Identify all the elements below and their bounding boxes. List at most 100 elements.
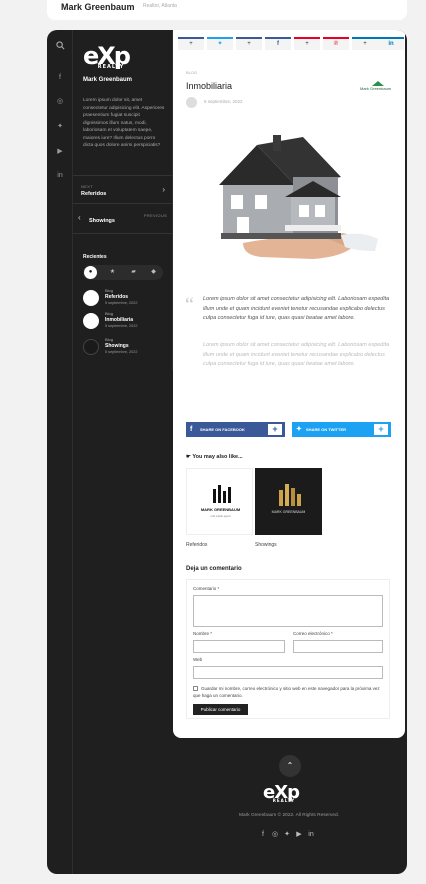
related-title: ☛ You may also like... <box>186 454 243 460</box>
tab-tags[interactable]: ◆ <box>147 266 160 279</box>
facebook-icon: f <box>190 426 193 433</box>
author-name: Mark Greenbaum <box>83 77 133 83</box>
facebook-icon[interactable]: f <box>259 831 267 839</box>
related-caption[interactable]: Showings <box>255 542 277 548</box>
web-label: Web <box>193 657 203 662</box>
youtube-icon[interactable]: ▶ <box>56 148 64 156</box>
mini-logo-text: Mark Greenbaum <box>360 86 392 91</box>
recent-cat: Blog <box>105 337 114 342</box>
recent-title: Recientes <box>83 254 107 260</box>
top-profile-bar: Mark Greenbaum Realtor, Atlanta <box>47 0 407 20</box>
next-tag: NEXT <box>81 184 93 189</box>
previous-post-link[interactable]: ‹ PREVIOUS Showings <box>73 203 173 233</box>
chevron-right-icon: › <box>162 185 165 194</box>
recent-title-link[interactable]: Referidos <box>105 294 128 300</box>
share-facebook-button[interactable]: f SHARE ON FACEBOOK + <box>186 422 285 437</box>
recent-thumb <box>83 313 99 329</box>
youtube-icon[interactable]: ▶ <box>295 831 303 839</box>
divider <box>73 233 173 234</box>
share-twitter-button[interactable]: ✦ SHARE ON TWITTER + <box>292 422 391 437</box>
recent-thumb <box>83 339 99 355</box>
thumb-logo-text: MARK GREENBAUM <box>201 507 241 512</box>
recent-date: 5 septiembre, 2022 <box>105 324 138 328</box>
thumb-logo-sub: real estate agent <box>211 514 231 518</box>
recent-item[interactable]: Blog Referidos 5 septiembre, 2022 <box>83 288 168 310</box>
share-plus-button[interactable]: + <box>178 37 204 50</box>
facebook-share-icon[interactable]: f <box>265 37 291 50</box>
share-facebook-label: SHARE ON FACEBOOK <box>200 427 245 432</box>
tab-recent[interactable]: ● <box>84 266 97 279</box>
chevron-up-icon[interactable]: ⌃ <box>279 755 301 777</box>
footer-logo[interactable]: eXp REALTY <box>263 782 300 803</box>
footer: ⌃ eXp REALTY Mark Greenbaum © 2022. All … <box>173 738 405 874</box>
post-quote-faded: Lorem ipsum dolor sit amet consectetur a… <box>203 342 390 367</box>
share-plus-button[interactable]: + <box>352 37 378 50</box>
next-label: Referidos <box>81 191 107 197</box>
related-caption[interactable]: Referidos <box>186 542 207 548</box>
web-field[interactable] <box>193 666 383 679</box>
submit-comment-button[interactable]: Publicar comentario <box>193 704 248 715</box>
recent-date: 5 septiembre, 2022 <box>105 301 138 305</box>
email-field[interactable] <box>293 640 383 653</box>
post-date: 5 septiembre, 2022 <box>204 99 243 104</box>
share-plus-button[interactable]: + <box>236 37 262 50</box>
related-thumb-showings[interactable]: MARK GREENBAUM <box>255 468 322 535</box>
linkedin-icon[interactable]: in <box>307 831 315 839</box>
recent-tabs: ● ★ ▰ ◆ <box>83 265 163 280</box>
brand-mini-logo: Mark Greenbaum <box>360 81 396 95</box>
mg-logo-light: MARK GREENBAUM real estate agent <box>201 485 241 518</box>
linkedin-share-icon[interactable]: in <box>378 37 404 50</box>
share-plus-button[interactable]: + <box>294 37 320 50</box>
exp-logo[interactable]: eXp REALTY <box>83 42 131 70</box>
post-quote: Lorem ipsum dolor sit amet consectetur a… <box>203 296 390 321</box>
icon-rail: f ◎ ✦ ▶ in <box>47 30 73 874</box>
post-title: Inmobiliaria <box>186 81 233 91</box>
mg-logo-dark: MARK GREENBAUM <box>272 484 306 514</box>
author-bio: Lorem ipsum dolor sit, amet consectetur … <box>83 98 165 148</box>
chevron-left-icon: ‹ <box>78 213 81 222</box>
tab-comments[interactable]: ▰ <box>127 266 140 279</box>
twitter-icon[interactable]: ✦ <box>283 831 291 839</box>
twitter-icon[interactable]: ✦ <box>56 123 64 131</box>
share-bar: + ✦ + f + ℗ + in <box>173 30 405 58</box>
quote-mark-icon: “ <box>185 294 194 316</box>
comment-label: Comentario * <box>193 586 220 591</box>
post-category[interactable]: BLOG <box>186 70 197 75</box>
comments-title: Deja un comentario <box>186 566 242 572</box>
recent-cat: Blog <box>105 311 114 316</box>
hero-image <box>173 125 405 285</box>
comment-textarea[interactable] <box>193 595 383 627</box>
next-post-link[interactable]: NEXT Referidos › <box>73 175 173 203</box>
consent-checkbox[interactable] <box>193 686 198 692</box>
tab-popular[interactable]: ★ <box>106 266 119 279</box>
share-twitter-label: SHARE ON TWITTER <box>306 427 346 432</box>
footer-logo-sub: REALTY <box>272 798 296 803</box>
comment-form: Comentario * Nombre * Correo electrónico… <box>186 579 390 719</box>
search-icon[interactable] <box>56 41 65 50</box>
footer-social: f ◎ ✦ ▶ in <box>259 831 319 840</box>
pinterest-share-icon[interactable]: ℗ <box>323 37 349 50</box>
instagram-icon[interactable]: ◎ <box>56 98 64 106</box>
related-thumb-referidos[interactable]: MARK GREENBAUM real estate agent <box>186 468 253 535</box>
recent-item[interactable]: Blog Showings 5 septiembre, 2022 <box>83 337 168 359</box>
twitter-share-icon[interactable]: ✦ <box>207 37 233 50</box>
thumb-logo-text: MARK GREENBAUM <box>272 510 306 514</box>
previous-tag: PREVIOUS <box>143 213 167 218</box>
recent-title-link[interactable]: Showings <box>105 343 129 349</box>
email-label: Correo electrónico * <box>293 631 333 636</box>
recent-thumb <box>83 290 99 306</box>
logo-sub: REALTY <box>97 64 125 70</box>
name-field[interactable] <box>193 640 285 653</box>
linkedin-icon[interactable]: in <box>56 172 64 180</box>
post-content: + ✦ + f + ℗ + in BLOG Inmobiliaria 5 sep… <box>173 30 405 738</box>
instagram-icon[interactable]: ◎ <box>271 831 279 839</box>
previous-label: Showings <box>89 218 115 224</box>
avatar <box>186 97 197 108</box>
plus-icon: + <box>374 424 388 435</box>
facebook-icon[interactable]: f <box>56 74 64 82</box>
recent-title-link[interactable]: Inmobiliaria <box>105 317 133 323</box>
plus-icon: + <box>268 424 282 435</box>
recent-item[interactable]: Blog Inmobiliaria 5 septiembre, 2022 <box>83 311 168 333</box>
related-title-text: You may also like... <box>192 454 243 460</box>
page-frame: f ◎ ✦ ▶ in eXp REALTY Mark Greenbaum Lor… <box>47 30 407 874</box>
